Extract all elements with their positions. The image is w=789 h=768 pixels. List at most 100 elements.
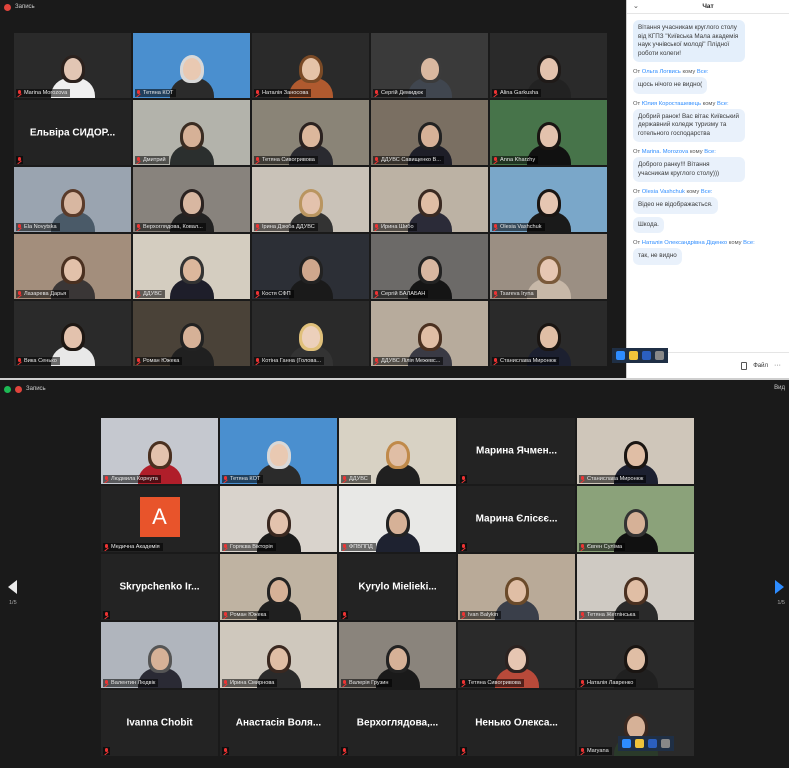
participant-tile[interactable]: Тетяна Сивогривова — [458, 622, 575, 688]
participant-tile[interactable]: Дмитрий — [133, 100, 250, 165]
view-button[interactable]: Вид — [774, 385, 785, 391]
participant-tile[interactable]: Anna Kharzhy — [490, 100, 607, 165]
participant-tile[interactable]: Kyrylo Mielieki... — [339, 554, 456, 620]
mic-muted-icon — [461, 680, 466, 686]
participant-label: Медична Академія — [103, 543, 163, 551]
mic-muted-icon — [255, 224, 260, 230]
participant-tile[interactable]: Тетяна КОТ — [220, 418, 337, 484]
participant-tile[interactable]: Наталія Лавренко — [577, 622, 694, 688]
bottom-screenshot: Запись Людмила Корнута Тетяна КОТ ДДУВС Мар… — [0, 380, 789, 768]
participant-tile[interactable]: Тетяна КОТ — [133, 33, 250, 98]
participant-tile[interactable]: Ivan Balykin — [458, 554, 575, 620]
message-sender[interactable]: Наталія Олександрівна Діденко — [642, 240, 727, 246]
participant-label: Ірина Дзюба ДДУВС — [254, 223, 318, 231]
head-shape — [63, 326, 82, 348]
participant-tile[interactable]: Горяєва Вікторія — [220, 486, 337, 552]
app-icon[interactable] — [648, 739, 657, 748]
participant-tile[interactable]: Роман Южека — [220, 554, 337, 620]
app-icon[interactable] — [655, 351, 664, 360]
participant-tile[interactable]: Лазарева Дарья — [14, 234, 131, 299]
head-shape — [63, 58, 82, 80]
more-icon[interactable]: ··· — [774, 362, 781, 369]
participant-tile[interactable]: Tsareva Iryna — [490, 234, 607, 299]
message-sender[interactable]: Olesia Vashchuk — [642, 189, 685, 195]
participant-tile[interactable]: Вика Сенько — [14, 301, 131, 366]
participant-tile[interactable]: Marina Morozova — [14, 33, 131, 98]
participant-tile[interactable]: Alina Garkusha — [490, 33, 607, 98]
participant-tile[interactable]: Сергій Демидюк — [371, 33, 488, 98]
participant-tile[interactable]: Валерія Грузин — [339, 622, 456, 688]
participant-label: Вика Сенько — [16, 357, 60, 365]
participant-tile[interactable]: ДДУВС Савищенко В... — [371, 100, 488, 165]
message-sender[interactable]: Marina. Morozova — [642, 149, 688, 155]
participant-tile[interactable]: Сергій БАЛАБАН — [371, 234, 488, 299]
participant-tile[interactable]: Марина Ячмен... — [458, 418, 575, 484]
message-row: щось нічого не видно( — [633, 77, 783, 97]
participant-label: Станислава Миронюк — [492, 357, 560, 365]
participant-figure — [169, 121, 214, 165]
next-page-arrow-icon[interactable] — [775, 580, 784, 594]
recording-label: Запись — [15, 4, 35, 10]
participant-tile[interactable]: Верхоглядова, Ковал... — [133, 167, 250, 232]
participant-tile[interactable]: Валентин Людвік — [101, 622, 218, 688]
message-sender[interactable]: Юлия Коросташевець — [642, 101, 701, 107]
chat-messages[interactable]: Вітання учасникам круглого столу від КГП… — [627, 16, 789, 352]
participant-name-display: Ельвіра СИДОР... — [29, 127, 116, 138]
participant-tile[interactable]: Людмила Корнута — [101, 418, 218, 484]
participant-tile[interactable]: Тетяна Сивогривова — [252, 100, 369, 165]
participant-tile[interactable]: Станислава Миронюк — [577, 418, 694, 484]
participant-tile[interactable]: Євген Сулїма — [577, 486, 694, 552]
participant-tile[interactable]: Skrypchenko Ir... — [101, 554, 218, 620]
participant-tile[interactable]: Ельвіра СИДОР... — [14, 100, 131, 165]
app-icon[interactable] — [635, 739, 644, 748]
participant-tile[interactable]: Марина Єлісєє... — [458, 486, 575, 552]
prev-page-arrow-icon[interactable] — [8, 580, 17, 594]
participant-tile[interactable]: Ірина Дзюба ДДУВС — [252, 167, 369, 232]
participant-tile[interactable]: Olesia Vashchuk — [490, 167, 607, 232]
app-icon[interactable] — [661, 739, 670, 748]
message-sender[interactable]: Ольга Логвись — [642, 69, 681, 75]
message-bubble: так, не видно — [633, 248, 682, 265]
participant-tile[interactable]: ДДУВС — [133, 234, 250, 299]
participant-tile[interactable]: A Медична Академія — [101, 486, 218, 552]
participant-tile[interactable]: Костя СФП — [252, 234, 369, 299]
participant-label: ДДУВС Савищенко В... — [373, 156, 444, 164]
participant-label — [341, 747, 348, 755]
mic-muted-icon — [136, 157, 141, 163]
participant-tile[interactable]: Тетяна Жеглінська — [577, 554, 694, 620]
mic-muted-icon — [104, 476, 109, 482]
participant-tile[interactable]: ФПВППД — [339, 486, 456, 552]
app-icon[interactable] — [616, 351, 625, 360]
participant-tile[interactable]: Роман Южека — [133, 301, 250, 366]
participant-tile[interactable]: Анастасія Воля... — [220, 690, 337, 756]
participant-tile[interactable]: ДДУВС Лілія Межевс... — [371, 301, 488, 366]
app-icon[interactable] — [642, 351, 651, 360]
participant-label: Людмила Корнута — [103, 475, 161, 483]
participant-name: Людмила Корнута — [111, 476, 158, 482]
head-shape — [420, 326, 439, 348]
file-button[interactable]: Файл — [753, 363, 768, 369]
participant-tile[interactable]: Ela Novytska — [14, 167, 131, 232]
participant-tile[interactable]: Ирина Шибо — [371, 167, 488, 232]
participant-tile[interactable]: Котіна Ганна (Голова... — [252, 301, 369, 366]
recording-indicator[interactable]: Запись — [0, 382, 46, 396]
participant-tile[interactable]: Наталія Заносова — [252, 33, 369, 98]
participant-name: Ela Novytska — [24, 224, 57, 230]
participant-name: Медична Академія — [111, 544, 160, 550]
recording-indicator[interactable]: Запись — [0, 0, 35, 14]
participant-tile[interactable]: Ivanna Chobit — [101, 690, 218, 756]
app-icon[interactable] — [622, 739, 631, 748]
taskbar-bottom — [618, 736, 674, 751]
mic-muted-icon — [17, 291, 22, 297]
participant-tile[interactable]: Ирина Смирнова — [220, 622, 337, 688]
participant-label: Євген Сулїма — [579, 543, 626, 551]
participant-tile[interactable]: Ненько Олекса... — [458, 690, 575, 756]
participant-tile[interactable]: Верхоглядова,... — [339, 690, 456, 756]
message-row: так, не видно — [633, 248, 783, 268]
participant-label: Наталія Лавренко — [579, 679, 637, 687]
participant-tile[interactable]: ДДУВС — [339, 418, 456, 484]
app-icon[interactable] — [629, 351, 638, 360]
chevron-down-icon[interactable]: ⌄ — [633, 2, 639, 10]
participant-tile[interactable]: Станислава Миронюк — [490, 301, 607, 366]
file-icon[interactable] — [741, 361, 748, 370]
